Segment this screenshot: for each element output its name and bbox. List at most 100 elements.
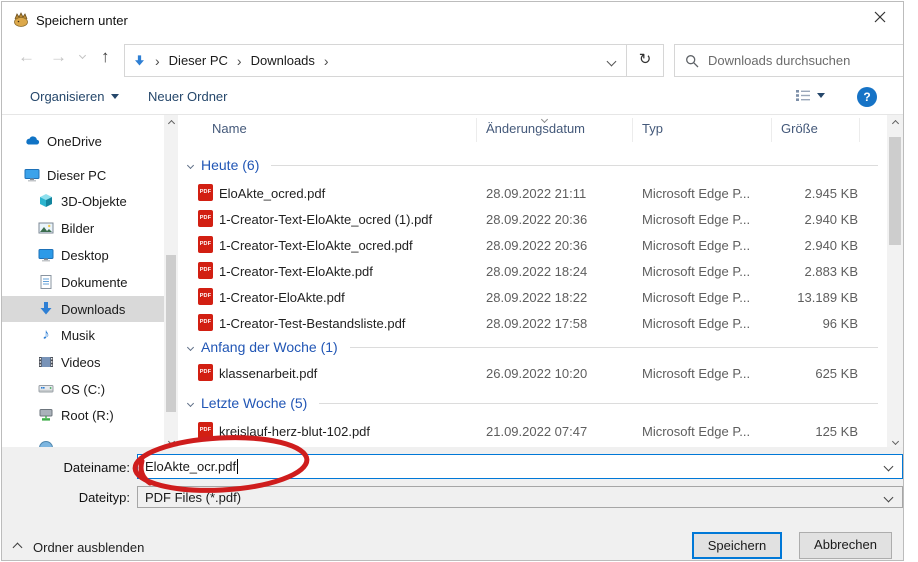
sidebar-item-dieser-pc[interactable]: Dieser PC [2, 162, 164, 188]
text-cursor [237, 459, 238, 474]
file-date: 28.09.2022 21:11 [486, 186, 586, 201]
file-date: 28.09.2022 20:36 [486, 212, 587, 227]
sidebar-item-3d-objekte[interactable]: 3D-Objekte [2, 188, 164, 214]
refresh-button[interactable]: ↻ [626, 45, 663, 76]
view-options-button[interactable] [795, 89, 825, 102]
sidebar-item-musik[interactable]: ♪ Musik [2, 322, 164, 348]
sidebar-item-onedrive[interactable]: OneDrive [2, 128, 164, 154]
drive-icon [38, 381, 54, 397]
column-header-date[interactable]: Änderungsdatum [486, 121, 585, 136]
group-label: Heute (6) [201, 157, 259, 173]
pictures-icon [38, 220, 54, 236]
list-scrollbar-thumb[interactable] [889, 137, 901, 245]
group-collapse-icon [187, 343, 194, 350]
sidebar-item-partial[interactable] [2, 435, 164, 447]
file-row[interactable]: PDF EloAkte_ocred.pdf 28.09.2022 21:11 M… [182, 180, 882, 206]
chevron-down-icon [111, 94, 119, 99]
forward-icon[interactable]: → [50, 47, 67, 67]
pdf-file-icon: PDF [198, 364, 213, 381]
hide-folders-label: Ordner ausblenden [33, 540, 144, 555]
file-name: 1-Creator-Test-Bestandsliste.pdf [219, 316, 405, 331]
file-row[interactable]: PDF klassenarbeit.pdf 26.09.2022 10:20 M… [182, 360, 882, 386]
file-date: 28.09.2022 18:24 [486, 264, 587, 279]
file-row[interactable]: PDF 1-Creator-EloAkte.pdf 28.09.2022 18:… [182, 284, 882, 310]
filename-input[interactable]: EloAkte_ocr.pdf [137, 454, 903, 479]
group-header-anfang-der-woche[interactable]: Anfang der Woche (1) [188, 336, 878, 358]
list-scrollbar[interactable] [887, 115, 903, 447]
filename-value: EloAkte_ocr.pdf [145, 459, 236, 474]
refresh-icon: ↻ [639, 51, 652, 68]
up-icon[interactable]: ↑ [101, 47, 110, 67]
group-header-heute[interactable]: Heute (6) [188, 154, 878, 176]
file-date: 28.09.2022 20:36 [486, 238, 587, 253]
recent-locations-chevron-icon[interactable] [79, 52, 86, 59]
videos-icon [38, 354, 54, 370]
sidebar-scrollbar-thumb[interactable] [166, 255, 176, 412]
file-type: Microsoft Edge P... [642, 316, 750, 331]
computer-icon [24, 167, 40, 183]
sidebar-item-downloads[interactable]: Downloads [2, 296, 164, 322]
close-icon[interactable] [867, 10, 893, 32]
pdf-file-icon: PDF [198, 422, 213, 439]
file-type: Microsoft Edge P... [642, 424, 750, 439]
breadcrumb-separator: › [237, 53, 242, 69]
filetype-dropdown-chevron-icon[interactable] [884, 492, 894, 502]
group-header-letzte-woche[interactable]: Letzte Woche (5) [188, 392, 878, 414]
save-button[interactable]: Speichern [692, 532, 782, 559]
back-icon[interactable]: ← [18, 47, 35, 67]
chevron-up-icon [13, 543, 23, 553]
filetype-select[interactable]: PDF Files (*.pdf) [137, 486, 903, 508]
help-button[interactable]: ? [857, 87, 877, 107]
file-size: 2.940 KB [742, 238, 858, 253]
cancel-button[interactable]: Abbrechen [799, 532, 892, 559]
file-row[interactable]: PDF 1-Creator-Test-Bestandsliste.pdf 28.… [182, 310, 882, 336]
file-row[interactable]: PDF 1-Creator-Text-EloAkte.pdf 28.09.202… [182, 258, 882, 284]
sidebar-item-os-c[interactable]: OS (C:) [2, 376, 164, 402]
pdf-file-icon: PDF [198, 236, 213, 253]
new-folder-button[interactable]: Neuer Ordner [148, 89, 227, 104]
sidebar-item-label: 3D-Objekte [61, 194, 127, 209]
pdf-file-icon: PDF [198, 184, 213, 201]
breadcrumb-downloads[interactable]: Downloads [251, 53, 315, 68]
search-box [674, 44, 904, 77]
sidebar-item-label: OS (C:) [61, 382, 105, 397]
group-collapse-icon [187, 161, 194, 168]
breadcrumb-dieser-pc[interactable]: Dieser PC [169, 53, 228, 68]
column-header-type[interactable]: Typ [642, 121, 663, 136]
pdf-file-icon: PDF [198, 210, 213, 227]
file-row[interactable]: PDF kreislauf-herz-blut-102.pdf 21.09.20… [182, 418, 882, 444]
network-drive-icon [38, 407, 54, 423]
file-row[interactable]: PDF 1-Creator-Text-EloAkte_ocred (1).pdf… [182, 206, 882, 232]
file-size: 2.945 KB [742, 186, 858, 201]
address-dropdown-chevron-icon[interactable] [607, 57, 617, 67]
sidebar-item-desktop[interactable]: Desktop [2, 242, 164, 268]
column-header-size[interactable]: Größe [781, 121, 818, 136]
column-header-name[interactable]: Name [212, 121, 247, 136]
file-size: 2.883 KB [742, 264, 858, 279]
organize-label: Organisieren [30, 89, 104, 104]
sidebar-item-dokumente[interactable]: Dokumente [2, 269, 164, 295]
pdf-file-icon: PDF [198, 262, 213, 279]
group-label: Letzte Woche (5) [201, 395, 307, 411]
sidebar-item-videos[interactable]: Videos [2, 349, 164, 375]
address-bar[interactable]: › Dieser PC › Downloads › ↻ [124, 44, 664, 77]
3d-objects-icon [38, 193, 54, 209]
sidebar-item-bilder[interactable]: Bilder [2, 215, 164, 241]
file-type: Microsoft Edge P... [642, 238, 750, 253]
organize-button[interactable]: Organisieren [30, 89, 119, 104]
search-input[interactable] [708, 53, 904, 68]
file-name: kreislauf-herz-blut-102.pdf [219, 424, 370, 439]
footer-panel: Dateiname: EloAkte_ocr.pdf Dateityp: PDF… [2, 447, 903, 561]
title-bar: Speichern unter [2, 2, 903, 38]
file-date: 21.09.2022 07:47 [486, 424, 587, 439]
file-row[interactable]: PDF 1-Creator-Text-EloAkte_ocred.pdf 28.… [182, 232, 882, 258]
sidebar-item-label: Dokumente [61, 275, 127, 290]
filename-dropdown-chevron-icon[interactable] [884, 462, 894, 472]
hide-folders-button[interactable]: Ordner ausblenden [14, 540, 144, 555]
sidebar-scrollbar[interactable] [164, 115, 178, 447]
file-size: 125 KB [742, 424, 858, 439]
sidebar-item-root-r[interactable]: Root (R:) [2, 402, 164, 428]
file-type: Microsoft Edge P... [642, 290, 750, 305]
sidebar-item-label: Dieser PC [47, 168, 106, 183]
breadcrumb-separator: › [155, 53, 160, 69]
